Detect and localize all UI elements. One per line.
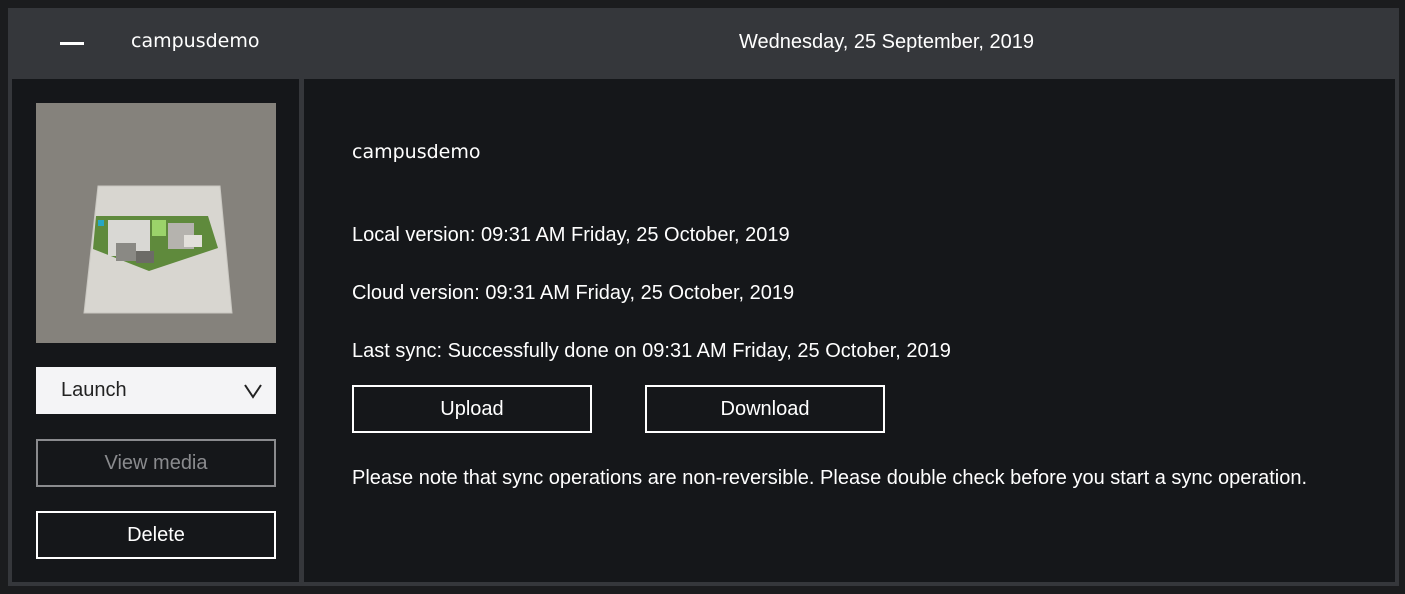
header-date: Wednesday, 25 September, 2019 [739,31,1035,53]
last-sync-text: Last sync: Successfully done on 09:31 AM… [352,340,951,362]
header-project-title: campusdemo [131,30,260,52]
project-card: campusdemo Wednesday, 25 September, 2019 [8,8,1399,586]
collapse-button[interactable] [52,26,92,62]
launch-dropdown-value: Launch [61,379,127,401]
project-thumbnail [36,103,276,343]
launch-dropdown[interactable]: Launch [36,367,276,414]
project-thumbnail-image [36,103,276,343]
chevron-down-icon [244,384,262,399]
local-version-text: Local version: 09:31 AM Friday, 25 Octob… [352,224,790,246]
cloud-version-text: Cloud version: 09:31 AM Friday, 25 Octob… [352,282,795,304]
view-media-button[interactable]: View media [36,439,276,487]
minus-icon [60,42,84,45]
delete-button[interactable]: Delete [36,511,276,559]
upload-button[interactable]: Upload [352,385,592,433]
app-window: campusdemo Wednesday, 25 September, 2019 [0,0,1405,594]
project-name: campusdemo [352,141,481,163]
project-header: campusdemo Wednesday, 25 September, 2019 [8,8,1399,79]
project-details: campusdemo Local version: 09:31 AM Frida… [304,79,1395,582]
project-sidebar: Launch View media Delete [12,79,299,582]
sync-warning-note: Please note that sync operations are non… [352,467,1308,489]
download-button[interactable]: Download [645,385,885,433]
